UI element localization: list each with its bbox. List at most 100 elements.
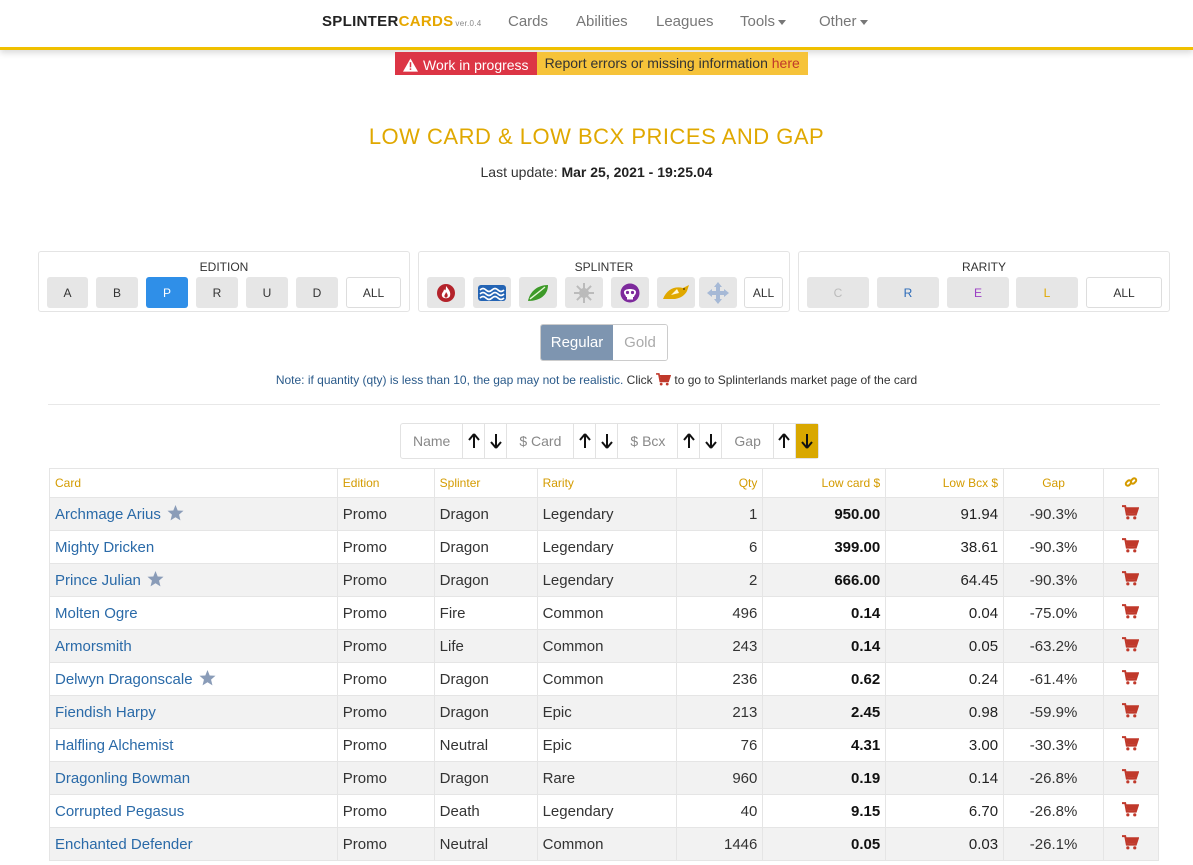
card-name-link[interactable]: Archmage Arius: [55, 506, 161, 523]
edition-cell: Promo: [336, 827, 435, 861]
header-edition[interactable]: Edition: [336, 468, 435, 498]
edition-all-button[interactable]: ALL: [346, 277, 401, 308]
gap-cell: -26.1%: [1003, 827, 1104, 861]
arrow-down-icon: [705, 434, 717, 449]
rarity-legendary-button[interactable]: L: [1016, 277, 1078, 308]
edition-a-button[interactable]: A: [47, 277, 88, 308]
rarity-rare-button[interactable]: R: [877, 277, 939, 308]
header-rarity[interactable]: Rarity: [536, 468, 678, 498]
nav-cards[interactable]: Cards: [508, 13, 548, 30]
low-card-cell: 0.14: [762, 596, 887, 630]
rarity-all-button[interactable]: ALL: [1086, 277, 1162, 308]
table-row: Dragonling Bowman Promo Dragon Rare 960 0.19 0…: [49, 761, 1160, 795]
market-link-cell[interactable]: [1102, 794, 1160, 828]
sort-bcx-asc-button[interactable]: [678, 424, 701, 458]
nav-tools[interactable]: Tools: [740, 13, 787, 30]
rarity-epic-button[interactable]: E: [947, 277, 1009, 308]
card-name-link[interactable]: Molten Ogre: [55, 605, 138, 622]
splinter-all-button[interactable]: ALL: [744, 277, 783, 308]
cart-icon: [1122, 801, 1140, 816]
market-link-cell[interactable]: [1102, 596, 1160, 630]
star-icon: [199, 670, 216, 686]
card-name-cell[interactable]: Delwyn Dragonscale: [49, 662, 338, 696]
table-row: Enchanted Defender Promo Neutral Common 1446…: [49, 827, 1160, 861]
market-link-cell[interactable]: [1102, 761, 1160, 795]
card-name-cell[interactable]: Prince Julian: [49, 563, 338, 597]
card-name-link[interactable]: Prince Julian: [55, 572, 141, 589]
splinter-death-button[interactable]: [611, 277, 649, 308]
edition-r-button[interactable]: R: [196, 277, 238, 308]
market-link-cell[interactable]: [1102, 827, 1160, 861]
report-link[interactable]: here: [772, 55, 800, 71]
sort-name-asc-button[interactable]: [463, 424, 486, 458]
card-name-link[interactable]: Mighty Dricken: [55, 539, 154, 556]
note-text-3: to go to Splinterlands market page of th…: [674, 373, 918, 387]
table-body: Archmage Arius Promo Dragon Legendary 1 950.0…: [49, 497, 1160, 861]
card-name-link[interactable]: Dragonling Bowman: [55, 770, 190, 787]
header-low-card[interactable]: Low card $: [762, 468, 887, 498]
splinter-fire-button[interactable]: [427, 277, 465, 308]
header-low-bcx[interactable]: Low Bcx $: [885, 468, 1005, 498]
splinter-dragon-button[interactable]: [657, 277, 695, 308]
market-link-cell[interactable]: [1102, 497, 1160, 531]
market-link-cell[interactable]: [1102, 563, 1160, 597]
nav-abilities[interactable]: Abilities: [576, 13, 628, 30]
warning-icon: [403, 58, 418, 72]
rarity-cell: Epic: [536, 728, 678, 762]
low-bcx-cell: 64.45: [885, 563, 1005, 597]
regular-button[interactable]: Regular: [541, 325, 613, 360]
market-link-cell[interactable]: [1102, 629, 1160, 663]
qty-cell: 243: [676, 629, 764, 663]
qty-cell: 960: [676, 761, 764, 795]
card-name-cell[interactable]: Mighty Dricken: [49, 530, 338, 564]
header-qty[interactable]: Qty: [676, 468, 764, 498]
card-name-cell[interactable]: Halfling Alchemist: [49, 728, 338, 762]
card-name-cell[interactable]: Archmage Arius: [49, 497, 338, 531]
header-splinter[interactable]: Splinter: [433, 468, 538, 498]
edition-p-button[interactable]: P: [146, 277, 188, 308]
nav-other[interactable]: Other: [819, 13, 868, 30]
status-banner: Work in progress Report errors or missin…: [395, 52, 808, 75]
rarity-common-button[interactable]: C: [807, 277, 869, 308]
splinter-water-button[interactable]: [473, 277, 511, 308]
card-name-cell[interactable]: Molten Ogre: [49, 596, 338, 630]
card-name-link[interactable]: Delwyn Dragonscale: [55, 671, 193, 688]
edition-d-button[interactable]: D: [296, 277, 338, 308]
table-row: Mighty Dricken Promo Dragon Legendary 6 399.0…: [49, 530, 1160, 564]
market-link-cell[interactable]: [1102, 695, 1160, 729]
edition-b-button[interactable]: B: [96, 277, 138, 308]
sort-name-desc-button[interactable]: [485, 424, 508, 458]
rarity-cell: Common: [536, 662, 678, 696]
splinter-earth-button[interactable]: [519, 277, 557, 308]
card-name-link[interactable]: Corrupted Pegasus: [55, 803, 184, 820]
card-name-cell[interactable]: Fiendish Harpy: [49, 695, 338, 729]
sort-bcx-desc-button[interactable]: [700, 424, 723, 458]
card-name-cell[interactable]: Armorsmith: [49, 629, 338, 663]
card-name-cell[interactable]: Dragonling Bowman: [49, 761, 338, 795]
low-card-cell: 4.31: [762, 728, 887, 762]
card-name-cell[interactable]: Corrupted Pegasus: [49, 794, 338, 828]
sort-gap-asc-button[interactable]: [774, 424, 796, 458]
market-link-cell[interactable]: [1102, 662, 1160, 696]
low-card-cell: 950.00: [762, 497, 887, 531]
card-name-link[interactable]: Fiendish Harpy: [55, 704, 156, 721]
brand-logo[interactable]: SPLINTERCARDS ver.0.4: [322, 13, 482, 30]
splinter-life-button[interactable]: [565, 277, 603, 308]
edition-u-button[interactable]: U: [246, 277, 288, 308]
market-link-cell[interactable]: [1102, 728, 1160, 762]
header-card[interactable]: Card: [49, 468, 338, 498]
card-name-cell[interactable]: Enchanted Defender: [49, 827, 338, 861]
sort-gap-desc-button[interactable]: [795, 424, 818, 458]
sort-card-asc-button[interactable]: [574, 424, 597, 458]
splinter-neutral-button[interactable]: [699, 277, 737, 308]
sort-card-desc-button[interactable]: [596, 424, 619, 458]
gold-button[interactable]: Gold: [613, 325, 667, 360]
header-gap[interactable]: Gap: [1003, 468, 1104, 498]
card-name-link[interactable]: Halfling Alchemist: [55, 737, 173, 754]
market-link-cell[interactable]: [1102, 530, 1160, 564]
card-name-link[interactable]: Armorsmith: [55, 638, 132, 655]
cart-icon: [1122, 504, 1140, 519]
nav-leagues[interactable]: Leagues: [656, 13, 714, 30]
low-card-cell: 2.45: [762, 695, 887, 729]
card-name-link[interactable]: Enchanted Defender: [55, 836, 193, 853]
